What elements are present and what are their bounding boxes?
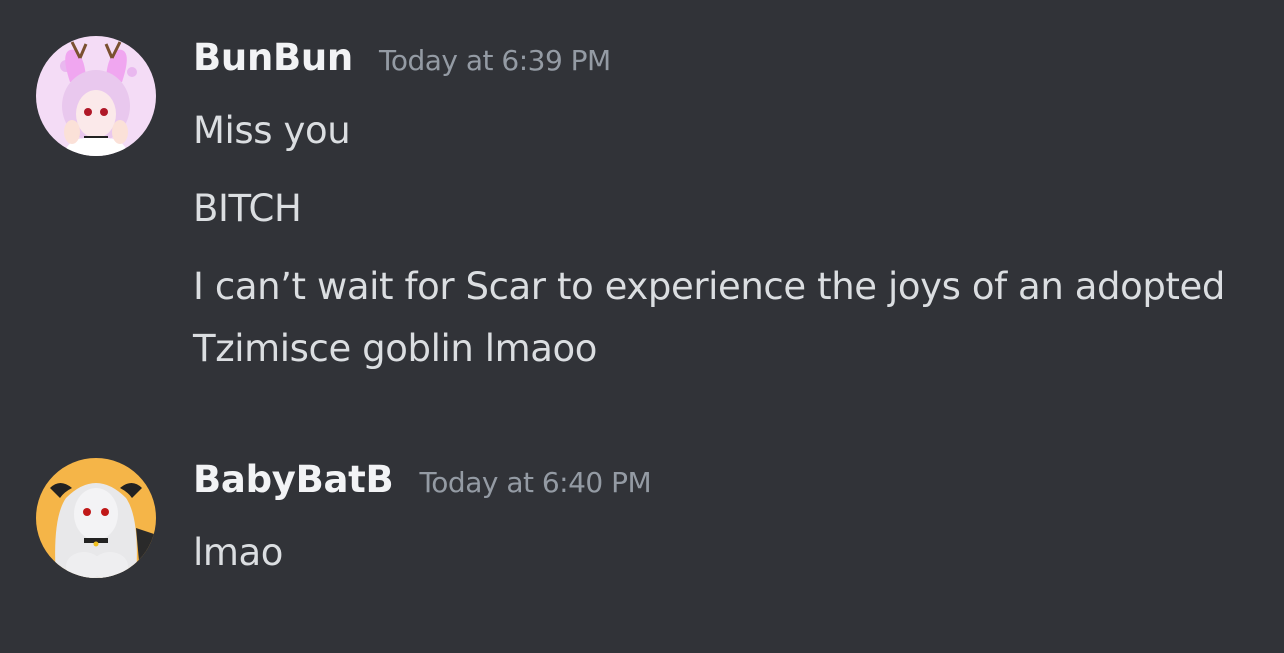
username[interactable]: BunBun (193, 36, 353, 79)
user-avatar-image (36, 36, 156, 156)
message-text: BITCH (193, 187, 302, 230)
message-header: BunBun Today at 6:39 PM (193, 36, 1244, 96)
username[interactable]: BabyBatB (193, 458, 394, 501)
message-content: BunBun Today at 6:39 PM Miss you BITCH I… (193, 36, 1244, 396)
avatar[interactable] (36, 36, 156, 156)
user-avatar-image (36, 458, 156, 578)
message-content: BabyBatB Today at 6:40 PM lmao (193, 458, 1244, 600)
message-text: I can’t wait for Scar to experience the … (193, 265, 1225, 370)
message-text: Miss you (193, 109, 351, 152)
message-text: lmao (193, 531, 284, 574)
avatar[interactable] (36, 458, 156, 578)
chat-message-list: BunBun Today at 6:39 PM Miss you BITCH I… (0, 0, 1284, 653)
message-header: BabyBatB Today at 6:40 PM (193, 458, 1244, 518)
timestamp[interactable]: Today at 6:39 PM (379, 44, 611, 77)
timestamp[interactable]: Today at 6:40 PM (419, 466, 651, 499)
